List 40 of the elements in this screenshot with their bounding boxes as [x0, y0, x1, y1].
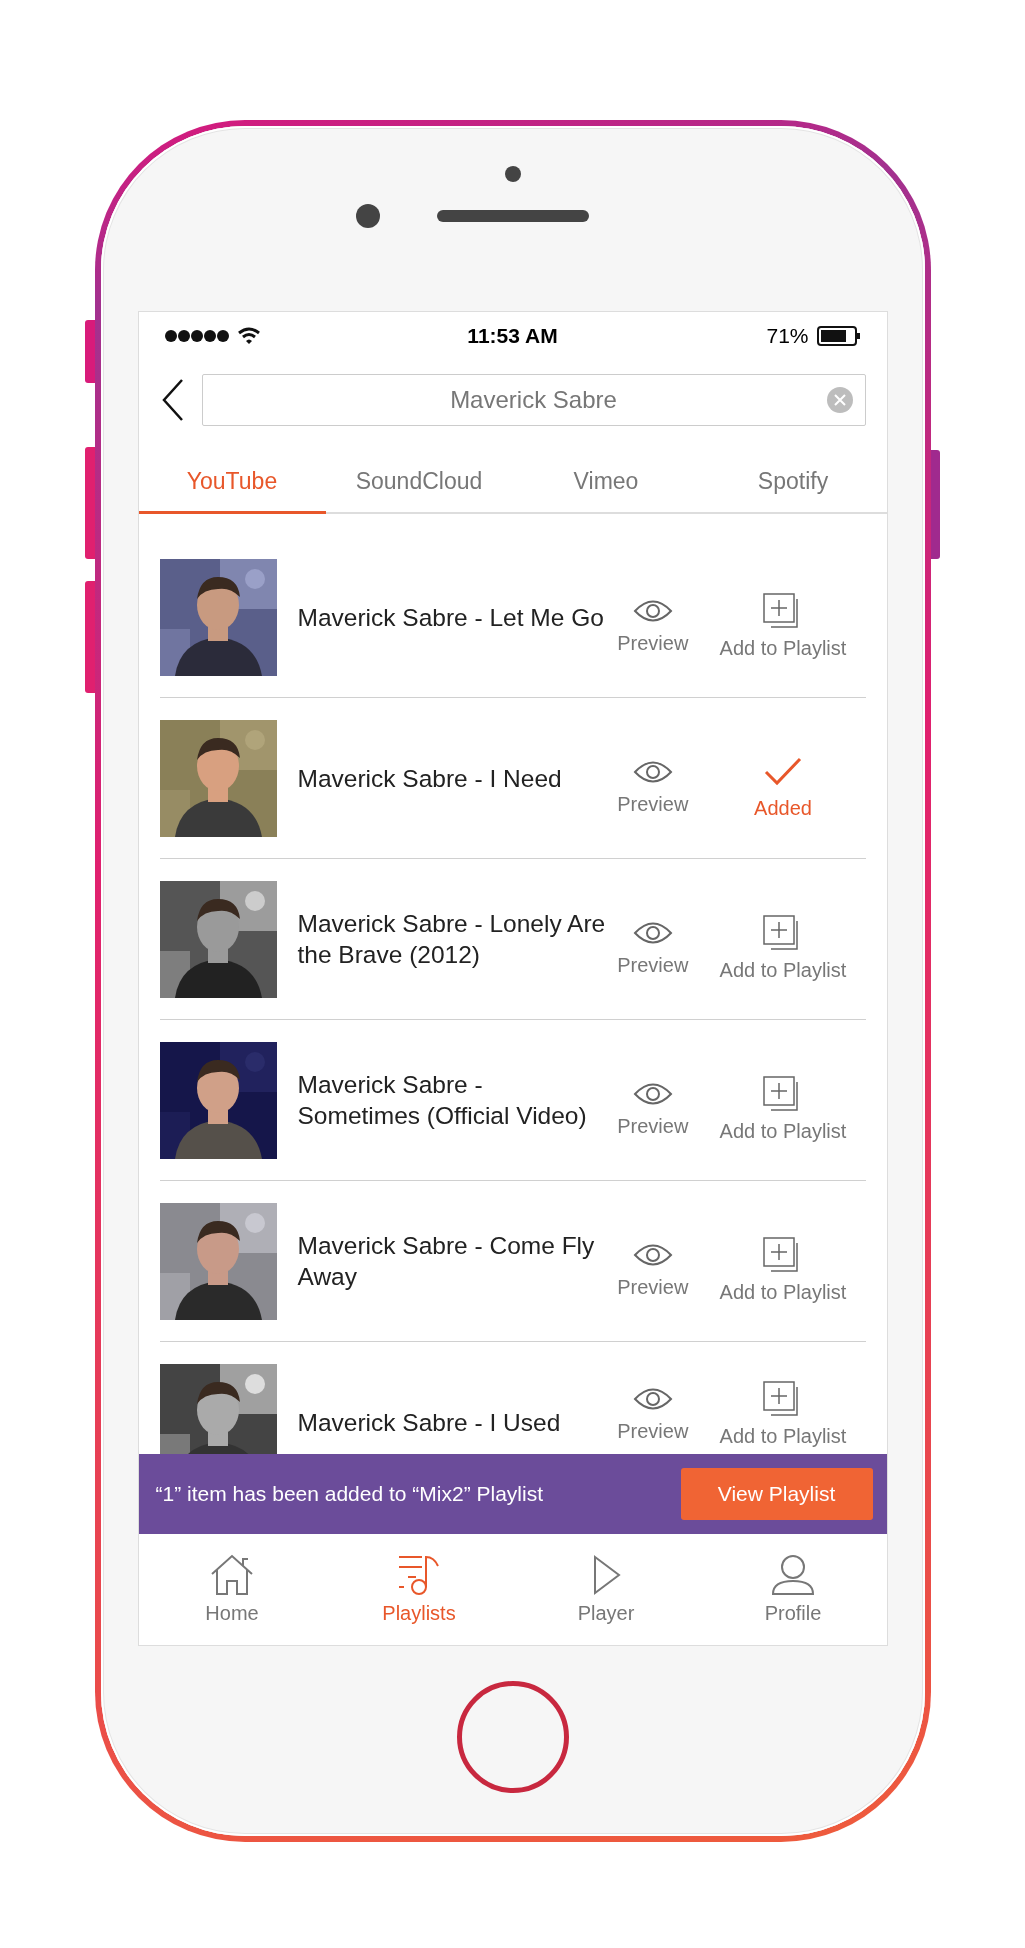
music-list-icon: [396, 1554, 442, 1596]
preview-button[interactable]: Preview: [608, 758, 698, 816]
camera-dot: [355, 204, 380, 228]
person-icon: [770, 1554, 816, 1596]
nav-tab[interactable]: Player: [512, 1534, 700, 1645]
track-title: Maverick Sabre - Sometimes (Official Video): [297, 1070, 588, 1131]
source-tab[interactable]: Spotify: [699, 440, 887, 514]
add-to-playlist-button[interactable]: Add to Playlist: [700, 1236, 866, 1304]
preview-button[interactable]: Preview: [608, 1241, 698, 1299]
search-field[interactable]: Maverick Sabre: [201, 374, 866, 426]
battery-percent: 71%: [766, 324, 809, 348]
battery-icon: [816, 326, 861, 346]
add-to-playlist-button[interactable]: Add to Playlist: [700, 1380, 866, 1448]
preview-button[interactable]: Preview: [608, 919, 698, 977]
add-to-playlist-button[interactable]: Add to Playlist: [700, 1075, 866, 1143]
add-to-playlist-button[interactable]: Add to Playlist: [700, 592, 866, 660]
source-tab[interactable]: SoundCloud: [325, 440, 513, 514]
status-time: 11:53 AM: [467, 324, 558, 348]
track-title: Maverick Sabre - I Used: [297, 1407, 562, 1438]
sensor-dot: [504, 166, 521, 182]
preview-button[interactable]: Preview: [608, 1080, 698, 1138]
nav-tab[interactable]: Home: [138, 1534, 326, 1645]
home-icon: [209, 1554, 255, 1596]
home-button[interactable]: [456, 1681, 569, 1793]
signal-icon: [164, 329, 229, 343]
source-tab[interactable]: YouTube: [138, 440, 326, 514]
track-title: Maverick Sabre - I Need: [297, 763, 563, 794]
source-tab[interactable]: Vimeo: [512, 440, 700, 514]
track-title: Maverick Sabre - Come Fly Away: [297, 1231, 596, 1292]
view-playlist-button[interactable]: View Playlist: [680, 1468, 873, 1520]
add-to-playlist-button[interactable]: Added: [700, 754, 866, 820]
nav-tab[interactable]: Profile: [699, 1534, 887, 1645]
track-title: Maverick Sabre - Lonely Are the Brave (2012): [297, 909, 607, 970]
track-title: Maverick Sabre - Let Me Go: [297, 602, 605, 633]
preview-button[interactable]: Preview: [608, 597, 698, 655]
add-to-playlist-button[interactable]: Add to Playlist: [700, 914, 866, 982]
wifi-icon: [236, 327, 261, 345]
notification-message: “1” item has been added to “Mix2” Playlist: [155, 1482, 543, 1506]
preview-button[interactable]: Preview: [608, 1385, 698, 1443]
nav-tab[interactable]: Playlists: [325, 1534, 513, 1645]
